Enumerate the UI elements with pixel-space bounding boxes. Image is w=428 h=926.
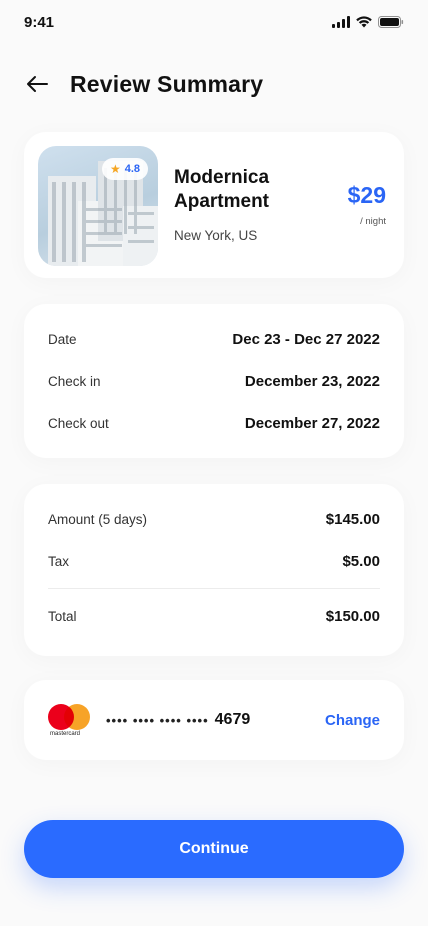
battery-icon (378, 16, 404, 28)
status-icons (332, 16, 404, 28)
back-button[interactable] (24, 71, 50, 97)
amount-row: Amount (5 days) $145.00 (48, 498, 380, 540)
page-title: Review Summary (70, 70, 264, 97)
date-label: Date (48, 331, 77, 347)
star-icon: ★ (109, 162, 121, 176)
card-number-mask: •••• •••• •••• •••• (106, 712, 209, 728)
dates-card: Date Dec 23 - Dec 27 2022 Check in Decem… (24, 304, 404, 458)
card-last4: 4679 (214, 711, 251, 728)
signal-icon (332, 16, 350, 28)
mastercard-icon: mastercard (48, 700, 92, 740)
rating-value: 4.8 (124, 163, 140, 175)
change-payment-button[interactable]: Change (325, 712, 380, 729)
check-in-label: Check in (48, 373, 101, 389)
status-bar: 9:41 (0, 0, 428, 44)
payment-card: mastercard •••• •••• •••• •••• 4679 Chan… (24, 680, 404, 760)
property-card[interactable]: ★ 4.8 Modernica Apartment New York, US $… (24, 132, 404, 278)
tax-value: $5.00 (342, 552, 380, 570)
mastercard-yellow-circle (64, 704, 90, 730)
status-time: 9:41 (24, 13, 55, 31)
check-out-row: Check out December 27, 2022 (48, 402, 380, 444)
check-out-label: Check out (48, 415, 109, 431)
price-unit: / night (360, 216, 386, 227)
check-in-row: Check in December 23, 2022 (48, 360, 380, 402)
total-row: Total $150.00 (48, 595, 380, 637)
tax-label: Tax (48, 553, 70, 569)
property-image: ★ 4.8 (38, 146, 158, 266)
amount-value: $145.00 (325, 510, 380, 528)
amount-label: Amount (5 days) (48, 511, 148, 527)
wifi-icon (356, 16, 372, 28)
total-value: $150.00 (325, 607, 380, 625)
amount-card: Amount (5 days) $145.00 Tax $5.00 Total … (24, 484, 404, 656)
header: Review Summary (24, 62, 404, 106)
check-out-value: December 27, 2022 (244, 414, 380, 432)
property-price: $29 (347, 182, 386, 208)
total-label: Total (48, 608, 77, 624)
continue-button[interactable]: Continue (24, 820, 404, 878)
arrow-left-icon (27, 76, 48, 92)
tax-row: Tax $5.00 (48, 540, 380, 582)
check-in-value: December 23, 2022 (244, 372, 380, 390)
divider (48, 588, 380, 589)
property-name: Modernica Apartment (174, 167, 270, 212)
property-location: New York, US (174, 228, 258, 243)
mastercard-wordmark: mastercard (50, 731, 81, 737)
date-value: Dec 23 - Dec 27 2022 (232, 330, 380, 348)
rating-badge: ★ 4.8 (101, 158, 148, 180)
date-row: Date Dec 23 - Dec 27 2022 (48, 318, 380, 360)
